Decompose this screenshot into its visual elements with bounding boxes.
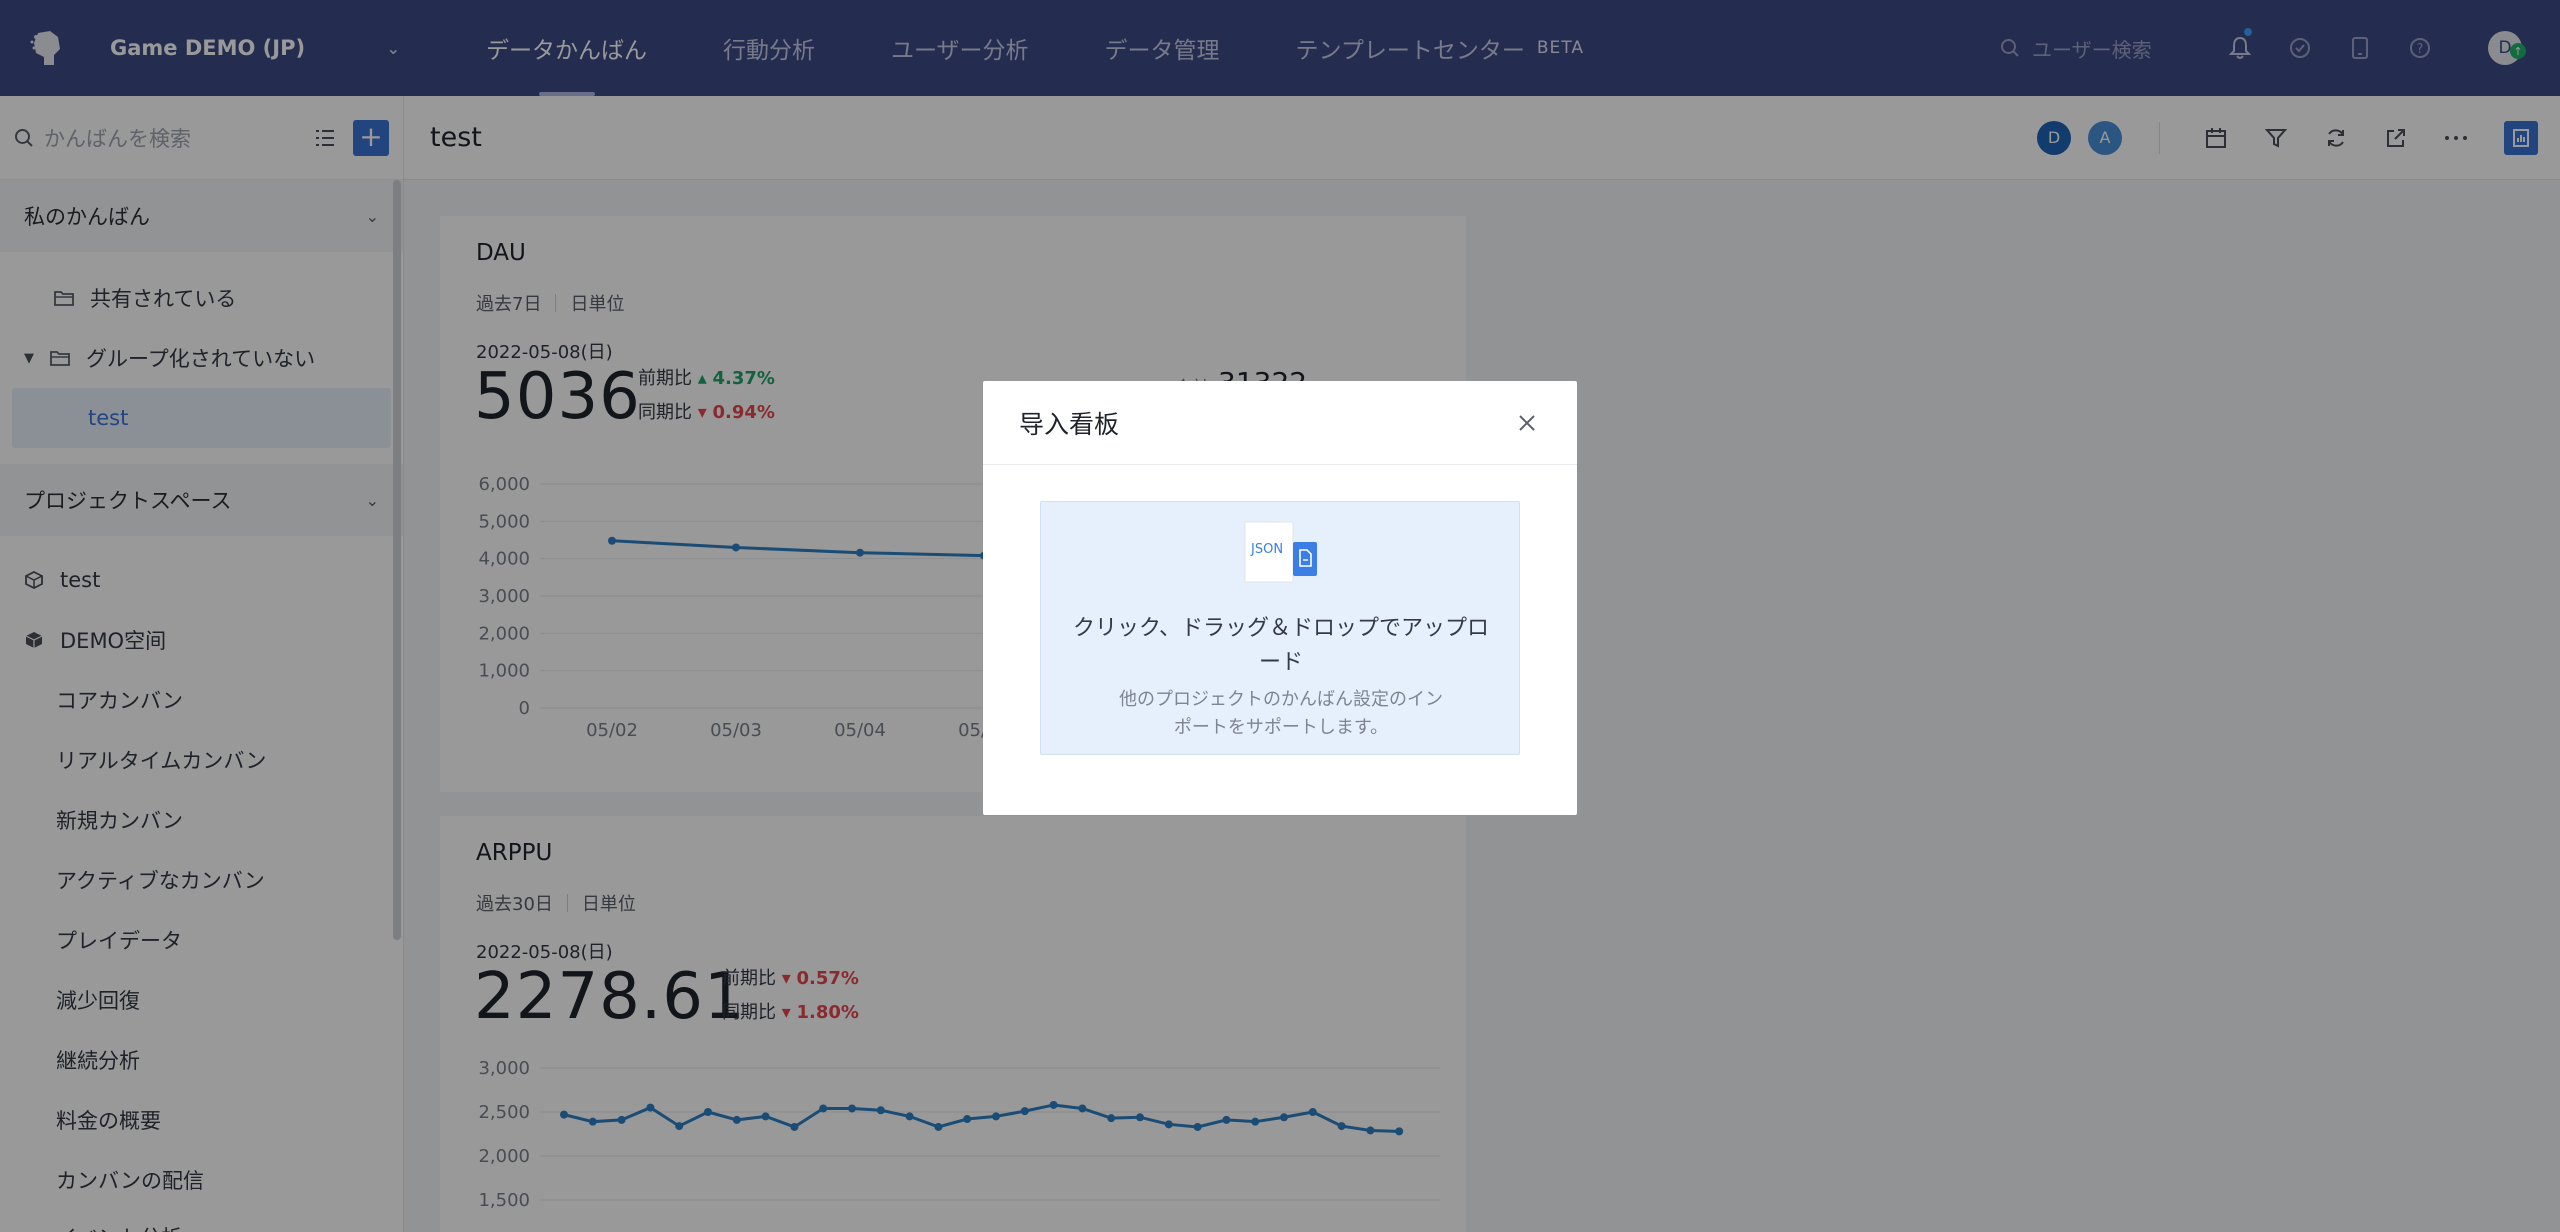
upload-instruction: クリック、ドラッグ＆ドロップでアップロード: [1072, 616, 1490, 675]
json-file-label: JSON: [1251, 542, 1284, 557]
dialog-header: 导入看板: [983, 381, 1577, 465]
dialog-title: 导入看板: [1019, 409, 1120, 439]
json-file-icon: JSON: [1243, 520, 1323, 590]
import-kanban-dialog: 导入看板 JSON クリック、ドラッグ＆ドロップでアップロード 他のプロジェクト…: [983, 381, 1577, 815]
upload-dropzone[interactable]: JSON クリック、ドラッグ＆ドロップでアップロード 他のプロジェクトのかんばん…: [1040, 501, 1520, 755]
close-icon[interactable]: [1513, 409, 1541, 437]
upload-hint: 他のプロジェクトのかんばん設定のインポートをサポートします。: [1119, 689, 1443, 738]
